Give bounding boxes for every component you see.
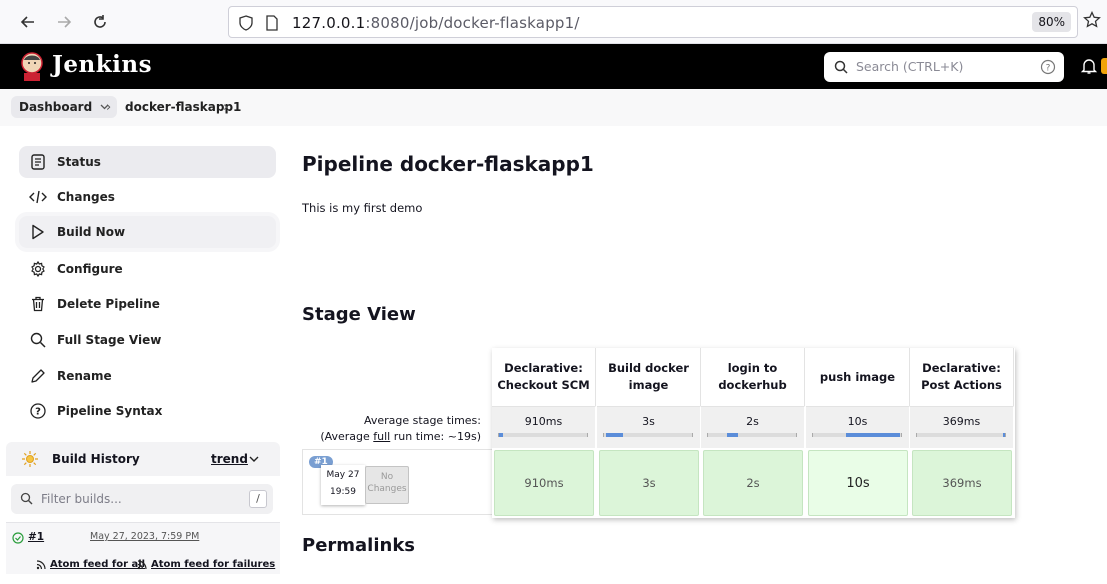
stage-header: login to dockerhub: [701, 348, 805, 406]
stage-progress-fill: [727, 433, 738, 437]
chevron-right-icon: ›: [106, 100, 112, 115]
breadcrumb: Dashboard › docker-flaskapp1 ›: [0, 89, 1107, 126]
permalinks-heading: Permalinks: [302, 535, 416, 556]
full-run-link[interactable]: full: [373, 430, 390, 443]
zoom-level[interactable]: 80%: [1032, 12, 1071, 32]
stage-header: Declarative: Post Actions: [910, 348, 1014, 406]
stage-header: Declarative: Checkout SCM: [492, 348, 596, 406]
search-input[interactable]: Search (CTRL+K) ?: [824, 52, 1064, 82]
stage-average-time: 910ms: [524, 415, 563, 428]
play-icon: [32, 224, 44, 240]
atom-feed-failures-link[interactable]: Atom feed for failures: [137, 559, 275, 570]
stage-run-cell[interactable]: 3s: [599, 450, 699, 516]
svg-text:?: ?: [1046, 64, 1051, 74]
stage-run-cell[interactable]: 910ms: [494, 450, 594, 516]
build-history-row: #1 May 27, 2023, 7:59 PM Atom feed for a…: [6, 522, 280, 574]
stage-average-cell: 10s: [806, 406, 910, 448]
average-stage-times-label: Average stage times: (Average full run t…: [320, 414, 481, 443]
sidebar-item-status[interactable]: Status: [19, 146, 276, 178]
no-changes-box: No Changes: [365, 466, 409, 504]
keyboard-shortcut-hint: /: [249, 490, 267, 508]
sidebar: Status Changes Build Now Configure Delet…: [0, 126, 290, 584]
stage-run-cell[interactable]: 2s: [703, 450, 803, 516]
stage-progress-fill: [1003, 433, 1006, 437]
gear-icon: [31, 261, 45, 277]
filter-builds-input[interactable]: Filter builds... /: [11, 484, 273, 514]
run-datetime: May 27 19:59: [321, 465, 365, 505]
stage-run-cell[interactable]: 369ms: [912, 450, 1012, 516]
stage-view-table: Declarative: Checkout SCM 910ms 910ms Build …: [492, 348, 1015, 518]
help-icon[interactable]: ?: [1040, 59, 1056, 75]
trend-link[interactable]: trend: [211, 452, 248, 466]
pencil-icon: [31, 369, 45, 383]
breadcrumb-dashboard[interactable]: Dashboard: [11, 96, 118, 118]
sidebar-item-full-stage-view[interactable]: Full Stage View: [19, 324, 276, 356]
sidebar-item-pipeline-syntax[interactable]: ? Pipeline Syntax: [19, 395, 276, 427]
stage-progress-fill: [499, 433, 504, 437]
jenkins-logo-icon[interactable]: [18, 50, 46, 82]
address-bar[interactable]: 127.0.0.1:8080/job/docker-flaskapp1/ 80%: [228, 6, 1078, 38]
chevron-right-icon: ›: [223, 100, 229, 115]
stage-progress-fill: [605, 433, 624, 437]
stage-progress-bar: [603, 433, 693, 437]
reload-icon[interactable]: [88, 10, 112, 34]
stage-progress-bar: [707, 433, 797, 437]
sidebar-item-changes[interactable]: Changes: [19, 181, 276, 213]
sidebar-item-delete-pipeline[interactable]: Delete Pipeline: [19, 288, 276, 320]
stage-average-time: 3s: [642, 415, 655, 428]
stage-average-time: 369ms: [942, 415, 981, 428]
svg-text:?: ?: [35, 407, 41, 418]
sidebar-item-build-now[interactable]: Build Now: [19, 216, 276, 248]
stage-header: Build docker image: [597, 348, 701, 406]
build-date-link[interactable]: May 27, 2023, 7:59 PM: [90, 531, 199, 542]
status-icon: [31, 154, 45, 170]
sidebar-item-rename[interactable]: Rename: [19, 360, 276, 392]
search-icon: [20, 492, 33, 505]
stage-average-cell: 369ms: [910, 406, 1014, 448]
stage-run-cell[interactable]: 10s: [808, 450, 908, 516]
build-run-row: #1 May 27 19:59 No Changes: [302, 449, 492, 515]
page-title: Pipeline docker-flaskapp1: [302, 152, 594, 176]
notification-indicator[interactable]: [1101, 58, 1107, 74]
help-icon: ?: [30, 403, 46, 419]
stage-average-cell: 910ms: [492, 406, 596, 448]
browser-toolbar: 127.0.0.1:8080/job/docker-flaskapp1/ 80%: [0, 0, 1107, 44]
stage-progress-bar: [916, 433, 1006, 437]
back-icon[interactable]: [16, 10, 40, 34]
stage-progress-bar: [812, 433, 902, 437]
shield-icon: [239, 15, 253, 31]
stage-progress-bar: [498, 433, 588, 437]
chevron-down-icon[interactable]: [249, 456, 259, 463]
sidebar-item-configure[interactable]: Configure: [19, 253, 276, 285]
jenkins-header: Jenkins Search (CTRL+K) ?: [0, 44, 1107, 89]
success-check-icon: [12, 532, 24, 544]
search-icon: [30, 332, 46, 348]
bookmark-star-icon[interactable]: [1083, 11, 1101, 29]
stage-average-time: 10s: [847, 415, 868, 428]
stage-average-cell: 2s: [701, 406, 805, 448]
build-history-header: Build History trend: [6, 442, 280, 476]
sun-icon: [22, 451, 38, 467]
stage-view-heading: Stage View: [302, 304, 416, 325]
app-title[interactable]: Jenkins: [52, 51, 152, 78]
atom-feed-all-link[interactable]: Atom feed for all: [36, 559, 145, 570]
stage-progress-fill: [845, 433, 901, 437]
stage-header: push image: [806, 348, 910, 406]
stage-average-cell: 3s: [597, 406, 701, 448]
build-link[interactable]: #1: [28, 531, 44, 543]
stage-average-time: 2s: [746, 415, 759, 428]
code-icon: [29, 190, 47, 204]
forward-icon[interactable]: [52, 10, 76, 34]
page-icon: [266, 15, 278, 31]
trash-icon: [32, 296, 44, 312]
notifications-bell-icon[interactable]: [1080, 57, 1098, 75]
url-text: 127.0.0.1:8080/job/docker-flaskapp1/: [292, 14, 580, 32]
job-description: This is my first demo: [302, 201, 423, 215]
search-icon: [834, 60, 848, 74]
rss-icon: [137, 559, 147, 569]
build-history-panel: Build History trend Filter builds... / #…: [6, 442, 280, 582]
rss-icon: [36, 559, 46, 569]
